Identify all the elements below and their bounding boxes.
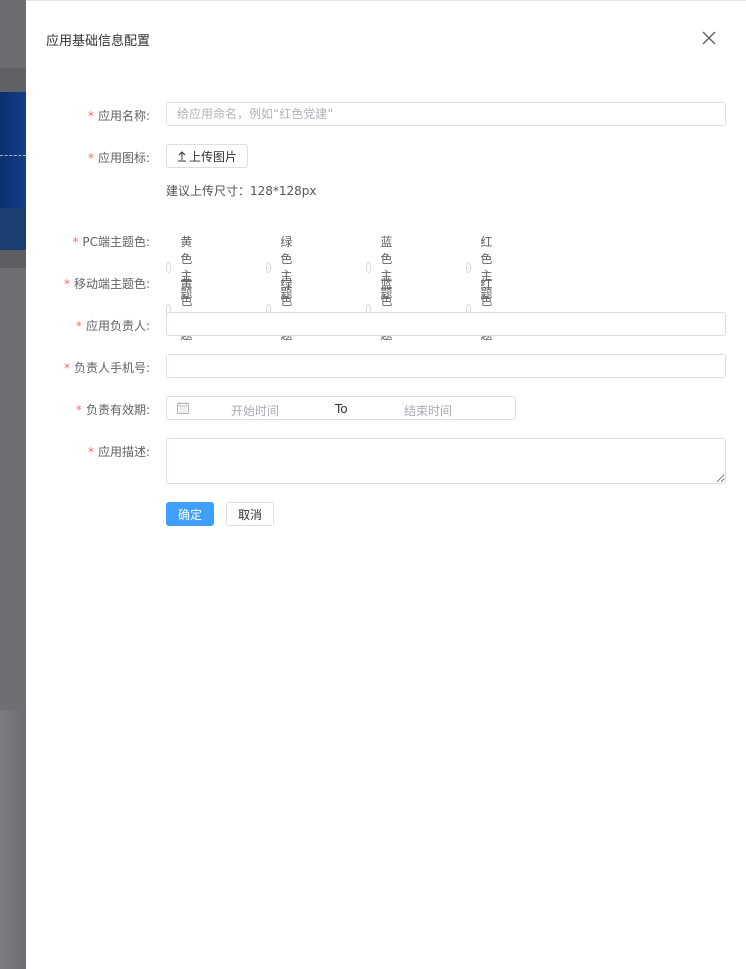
owner-input[interactable]	[166, 312, 726, 336]
app-icon-label-text: 应用图标:	[97, 151, 150, 165]
required-mark: *	[75, 319, 82, 333]
page-backdrop	[0, 0, 26, 969]
upload-icon	[178, 151, 186, 162]
app-icon-label: * 应用图标:	[88, 149, 150, 166]
backdrop-divider	[0, 155, 26, 156]
validity-label-text: 负责有效期:	[85, 403, 150, 417]
upload-image-label: 上传图片	[189, 149, 238, 164]
backdrop-banner-footer	[0, 208, 26, 250]
required-mark: *	[63, 277, 70, 291]
owner-phone-label: * 负责人手机号:	[64, 359, 150, 376]
radio-circle	[266, 261, 272, 273]
close-icon	[702, 31, 716, 45]
backdrop-banner	[0, 92, 26, 208]
app-name-label-text: 应用名称:	[97, 109, 150, 123]
app-name-label: * 应用名称:	[88, 107, 150, 124]
required-mark: *	[87, 445, 94, 459]
mobile-theme-label-text: 移动端主题色:	[73, 277, 150, 291]
close-button[interactable]	[700, 29, 718, 47]
mobile-theme-label: * 移动端主题色:	[64, 275, 150, 292]
calendar-icon	[177, 402, 189, 414]
icon-size-hint: 建议上传尺寸：128*128px	[166, 184, 317, 198]
pc-theme-label: * PC端主题色:	[72, 233, 150, 250]
required-mark: *	[75, 403, 82, 417]
pc-theme-label-text: PC端主题色:	[82, 235, 150, 249]
app-name-input[interactable]	[166, 102, 726, 126]
upload-image-button[interactable]: 上传图片	[166, 144, 249, 168]
backdrop-header	[0, 0, 26, 68]
radio-circle	[466, 261, 472, 273]
cancel-button[interactable]: 取消	[226, 502, 274, 526]
backdrop-bottom	[0, 710, 26, 969]
config-drawer: 应用基础信息配置 *应用名称: *应用图标: 上传图片 建议上传尺寸：128*1…	[26, 0, 746, 969]
start-date-placeholder[interactable]: 开始时间	[231, 402, 279, 419]
required-mark: *	[72, 235, 79, 249]
drawer-title: 应用基础信息配置	[46, 34, 151, 49]
backdrop-nav	[0, 68, 26, 92]
validity-label: * 负责有效期:	[76, 401, 150, 418]
radio-circle	[166, 261, 172, 273]
end-date-placeholder[interactable]: 结束时间	[404, 402, 452, 419]
description-label-text: 应用描述:	[97, 445, 150, 459]
owner-label-text: 应用负责人:	[85, 319, 150, 333]
required-mark: *	[87, 151, 94, 165]
owner-phone-input[interactable]	[166, 354, 726, 378]
owner-label: * 应用负责人:	[76, 317, 150, 334]
backdrop-strip	[0, 250, 26, 268]
radio-circle	[366, 261, 372, 273]
required-mark: *	[63, 361, 70, 375]
range-separator: To	[335, 402, 348, 416]
required-mark: *	[87, 109, 94, 123]
backdrop-content	[0, 268, 26, 710]
description-textarea[interactable]	[166, 438, 726, 484]
owner-phone-label-text: 负责人手机号:	[73, 361, 150, 375]
description-label: * 应用描述:	[88, 443, 150, 460]
validity-date-range[interactable]: 开始时间 To 结束时间	[166, 396, 516, 420]
confirm-button[interactable]: 确定	[166, 502, 214, 526]
